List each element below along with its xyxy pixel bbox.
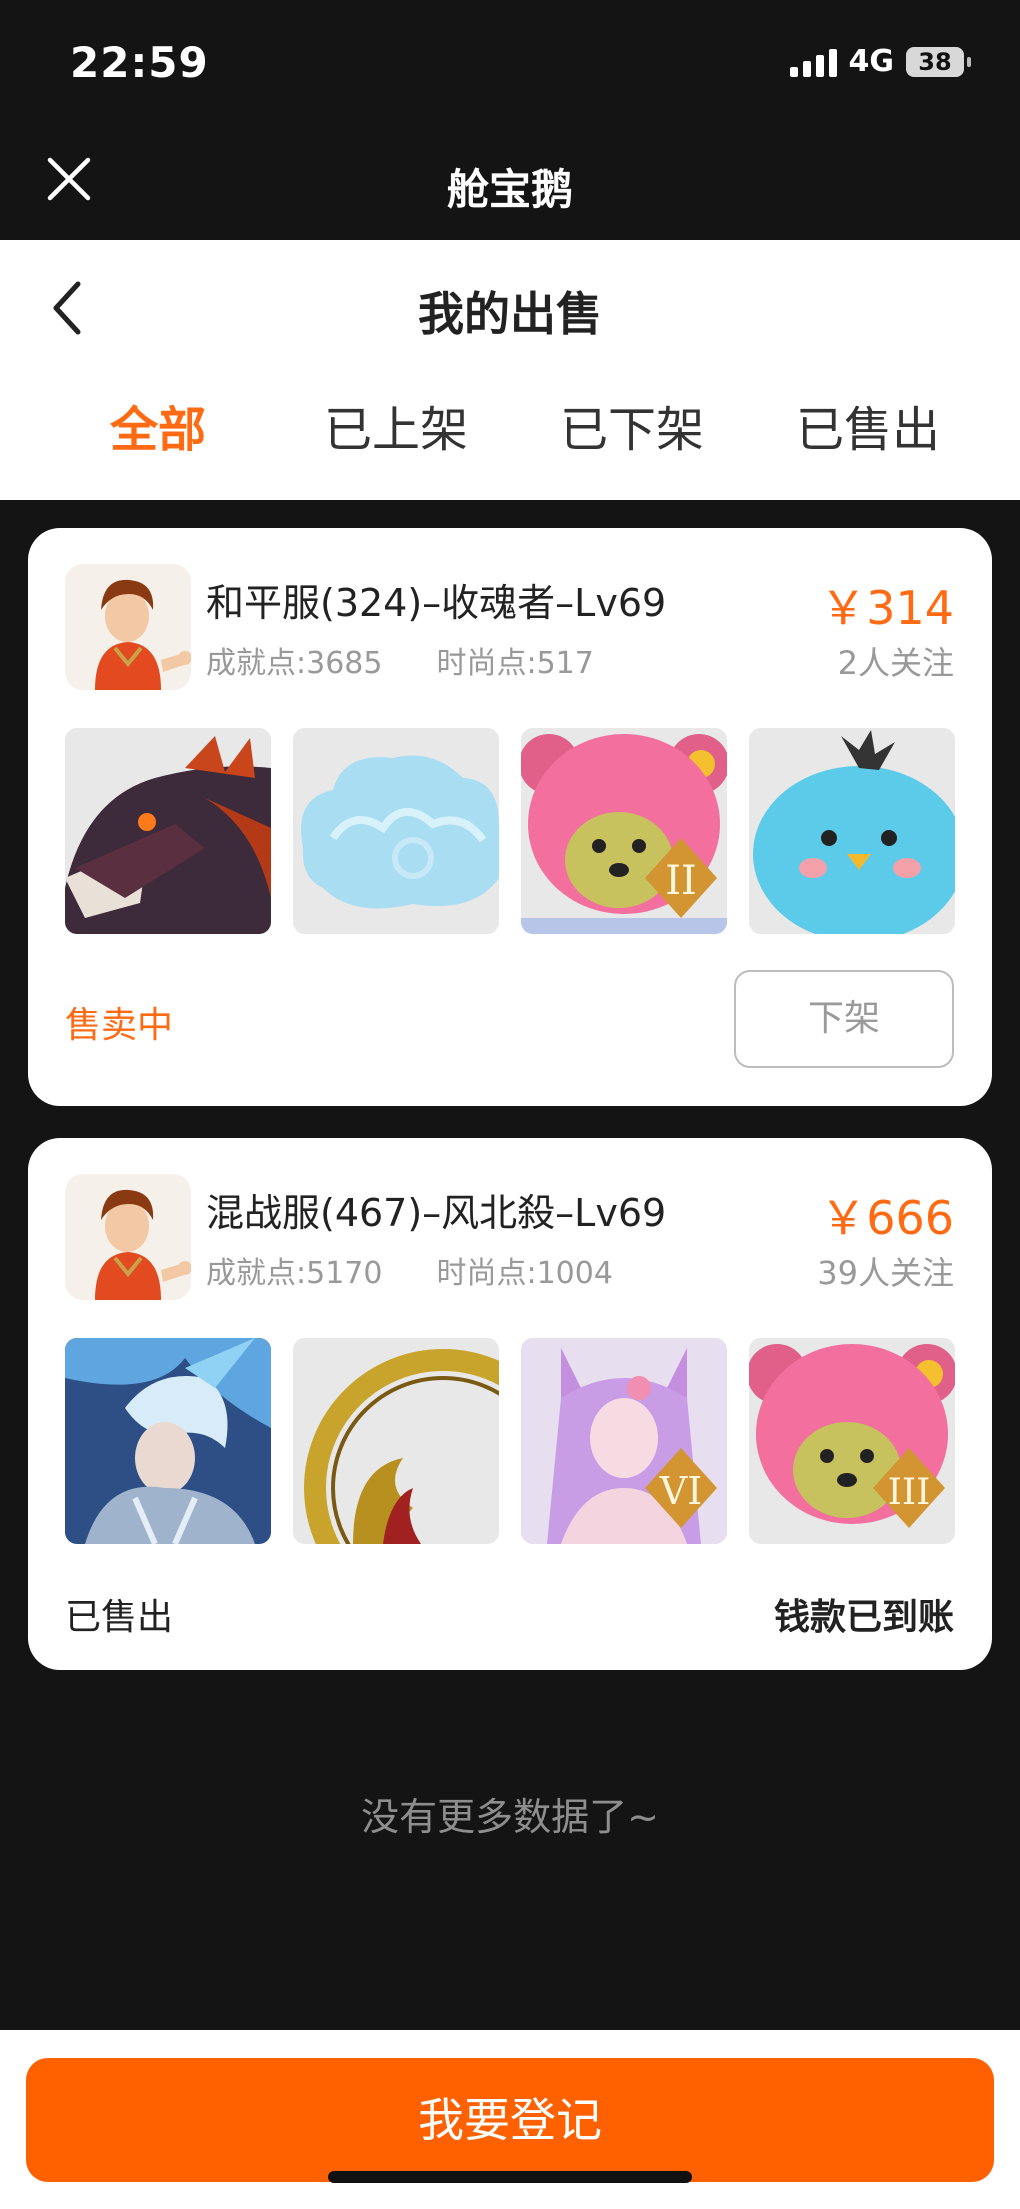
dragon-head-image bbox=[65, 728, 271, 934]
character-avatar bbox=[65, 1174, 191, 1300]
cloud-image bbox=[293, 728, 499, 934]
blue-bird-image bbox=[749, 728, 955, 934]
ice-warrior-image bbox=[65, 1338, 271, 1544]
item-thumbnail[interactable] bbox=[293, 1338, 499, 1544]
item-thumbnail[interactable] bbox=[65, 1338, 271, 1544]
achievement-points: 成就点:3685 bbox=[206, 646, 383, 681]
follower-count: 2人关注 bbox=[837, 644, 954, 682]
listing-stats: 成就点:3685 时尚点:517 bbox=[206, 638, 594, 682]
page-header: 我的出售 全部 已上架 已下架 已售出 bbox=[0, 240, 1020, 500]
item-thumbnail[interactable] bbox=[293, 728, 499, 934]
tier-badge: VI bbox=[659, 1469, 702, 1513]
fashion-points: 时尚点:517 bbox=[436, 646, 594, 681]
signal-icon bbox=[789, 47, 837, 77]
payment-status: 钱款已到账 bbox=[773, 1597, 954, 1638]
listing-card[interactable]: 和平服(324)–收魂者–Lv69 成就点:3685 时尚点:517 ￥314 2… bbox=[28, 528, 992, 1106]
listing-status: 售卖中 bbox=[65, 1005, 174, 1046]
item-thumbnail[interactable] bbox=[65, 728, 271, 934]
listing-price: ￥314 bbox=[820, 581, 954, 635]
tab-delisted[interactable]: 已下架 bbox=[560, 390, 704, 460]
listing-card[interactable]: 混战服(467)–风北殺–Lv69 成就点:5170 时尚点:1004 ￥666 … bbox=[28, 1138, 992, 1670]
item-thumbnail[interactable]: VI bbox=[521, 1338, 727, 1544]
listing-stats: 成就点:5170 时尚点:1004 bbox=[206, 1248, 613, 1292]
home-indicator bbox=[328, 2171, 692, 2183]
listing-price: ￥666 bbox=[820, 1191, 954, 1245]
tab-bar: 全部 已上架 已下架 已售出 bbox=[0, 390, 1020, 460]
listing-status: 已售出 bbox=[65, 1597, 174, 1638]
register-button[interactable]: 我要登记 bbox=[26, 2058, 994, 2182]
item-thumbnail[interactable]: II bbox=[521, 728, 727, 934]
page-title: 我的出售 bbox=[418, 287, 602, 341]
tab-listed[interactable]: 已上架 bbox=[324, 390, 468, 460]
tier-badge: II bbox=[665, 858, 697, 904]
status-time: 22:59 bbox=[70, 38, 209, 87]
network-label: 4G bbox=[848, 44, 895, 79]
pink-bear-image: III bbox=[749, 1338, 955, 1544]
item-thumbnails: VI III bbox=[65, 1338, 955, 1544]
no-more-data-text: 没有更多数据了~ bbox=[361, 1795, 659, 1839]
listing-title: 和平服(324)–收魂者–Lv69 bbox=[206, 581, 667, 625]
item-thumbnail[interactable]: III bbox=[749, 1338, 955, 1544]
tier-badge: III bbox=[888, 1472, 931, 1513]
status-indicators: 4G 38 bbox=[789, 44, 971, 79]
pink-bear-image: II bbox=[521, 728, 727, 934]
fashion-points: 时尚点:1004 bbox=[436, 1256, 613, 1291]
achievement-points: 成就点:5170 bbox=[206, 1256, 383, 1291]
tab-sold[interactable]: 已售出 bbox=[796, 390, 940, 460]
character-avatar bbox=[65, 564, 191, 690]
golden-ring-image bbox=[293, 1338, 499, 1544]
item-thumbnails: II bbox=[65, 728, 955, 934]
app-title: 舱宝鹅 bbox=[446, 165, 573, 214]
fox-girl-image: VI bbox=[521, 1338, 727, 1544]
follower-count: 39人关注 bbox=[817, 1254, 954, 1292]
status-bar: 22:59 4G 38 bbox=[0, 0, 1020, 120]
battery-icon: 38 bbox=[906, 46, 971, 77]
tab-all[interactable]: 全部 bbox=[110, 390, 206, 460]
item-thumbnail[interactable] bbox=[749, 728, 955, 934]
app-bar: 舱宝鹅 bbox=[0, 120, 1020, 240]
listing-title: 混战服(467)–风北殺–Lv69 bbox=[206, 1191, 667, 1235]
unlist-button[interactable]: 下架 bbox=[734, 970, 954, 1068]
